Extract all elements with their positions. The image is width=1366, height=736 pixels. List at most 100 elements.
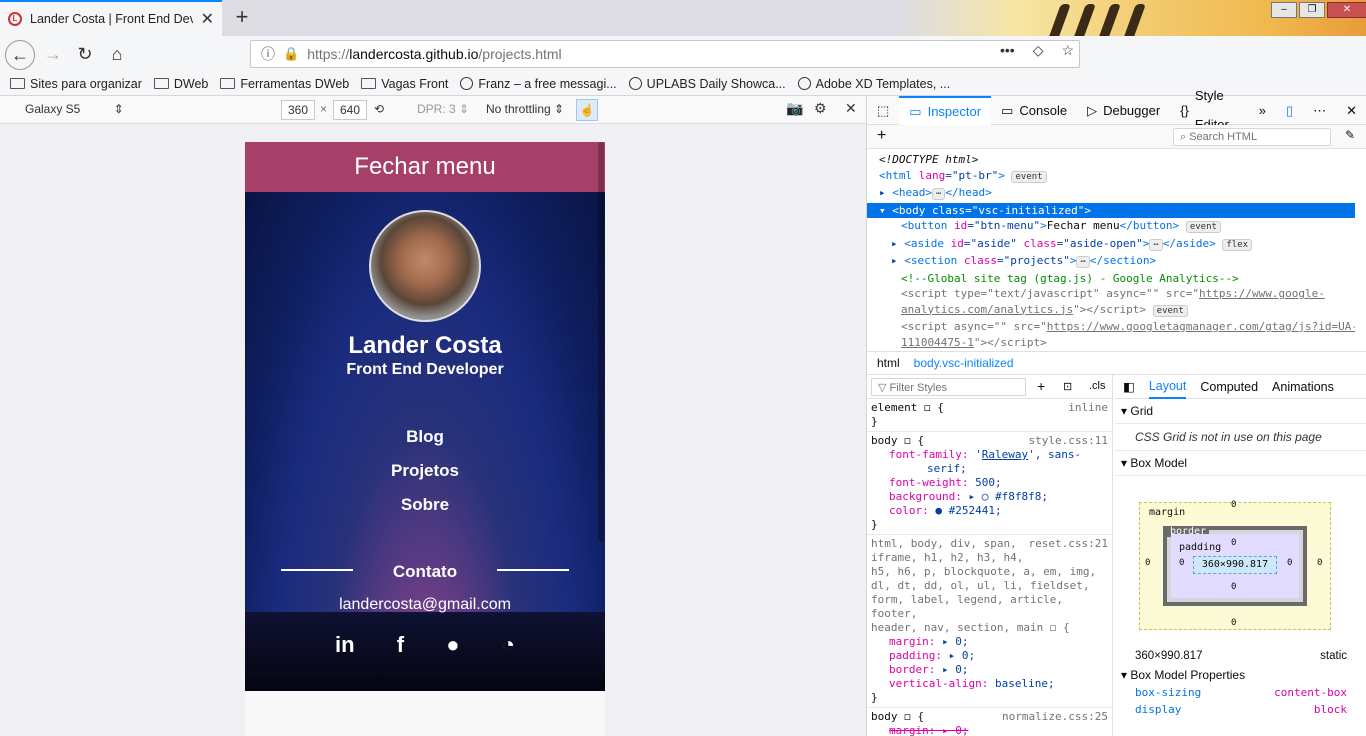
bookmark-star-icon[interactable]: ☆ — [1062, 42, 1075, 59]
margin-right-value[interactable]: 0 — [1317, 558, 1322, 568]
home-icon[interactable]: ⌂ — [102, 40, 132, 68]
content-box[interactable]: 360×990.817 — [1193, 556, 1277, 574]
url-bar[interactable]: ⓘ 🔒 https://landercosta.github.io/projec… — [250, 40, 1080, 68]
screenshot-icon[interactable]: 📷 — [786, 100, 803, 117]
tab-layout[interactable]: Layout — [1148, 375, 1187, 399]
section-node[interactable]: ▸ <section class="projects"> ⋯ </section> — [867, 253, 1355, 271]
html-search-input[interactable]: ⌕ Search HTML — [1173, 128, 1331, 146]
bookmark-item[interactable]: Sites para organizar — [10, 77, 142, 91]
bookmark-item[interactable]: UPLABS Daily Showca... — [628, 77, 786, 91]
window-close-icon[interactable]: ✕ — [1327, 2, 1366, 18]
touch-simulation-icon[interactable]: ☝ — [576, 99, 598, 121]
dpr-selector[interactable]: DPR: 3 ⇕ — [417, 102, 469, 116]
throttling-selector[interactable]: No throttling ⇕ — [486, 102, 564, 116]
linkedin-icon[interactable]: in — [335, 632, 355, 658]
bookmark-item[interactable]: Franz – a free messagi... — [460, 77, 617, 91]
add-node-icon[interactable]: + — [877, 127, 886, 145]
filter-styles-input[interactable]: ▽ Filter Styles — [871, 378, 1026, 396]
prop-name: box-sizing — [1135, 686, 1202, 699]
nav-link-sobre[interactable]: Sobre — [245, 495, 605, 515]
forward-arrow-icon[interactable]: → — [38, 40, 68, 68]
back-arrow-icon[interactable]: ← — [5, 40, 35, 70]
page-actions-icon[interactable]: ••• — [1000, 42, 1015, 59]
contact-email[interactable]: landercosta@gmail.com — [245, 596, 605, 614]
tab-style-editor[interactable]: {}Style Editor — [1170, 88, 1249, 132]
bookmark-item[interactable]: Ferramentas DWeb — [220, 77, 349, 91]
close-rdm-icon[interactable]: ✕ — [845, 100, 857, 117]
nav-link-blog[interactable]: Blog — [245, 427, 605, 447]
throttling-value: No throttling — [486, 102, 551, 116]
box-model-properties-section[interactable]: ▾ Box Model Properties — [1115, 662, 1366, 684]
more-tabs-icon[interactable]: » — [1249, 96, 1276, 125]
body-node[interactable]: ▾ <body class="vsc-initialized"> — [867, 202, 1355, 218]
eyedropper-icon[interactable]: ✎ — [1345, 128, 1355, 142]
rotate-icon[interactable]: ⟲ — [374, 102, 384, 116]
prop-value: block — [1313, 703, 1347, 716]
breadcrumb-html[interactable]: html — [877, 356, 900, 370]
comment-node[interactable]: <!--Global site tag (gtag.js) - Google A… — [867, 271, 1355, 287]
doctype-node[interactable]: <!DOCTYPE html> — [867, 149, 1355, 168]
toggle-pseudo-icon[interactable]: ⊡ — [1063, 380, 1072, 393]
margin-top-value[interactable]: 0 — [1231, 500, 1236, 510]
toggle-sidebar-icon[interactable]: ◧ — [1123, 379, 1135, 394]
bookmark-item[interactable]: Adobe XD Templates, ... — [797, 77, 950, 91]
box-model-section[interactable]: ▾ Box Model — [1115, 451, 1366, 476]
viewport-width-input[interactable]: 360 — [281, 100, 315, 120]
info-icon[interactable]: ⓘ — [261, 44, 275, 64]
bookmark-label: Sites para organizar — [30, 76, 142, 91]
contact-title: Contato — [392, 562, 458, 581]
padding-right-value[interactable]: 0 — [1287, 558, 1292, 568]
bookmark-item[interactable]: Vagas Front — [361, 77, 448, 91]
facebook-icon[interactable]: f — [397, 632, 404, 658]
bookmark-item[interactable]: DWeb — [153, 77, 208, 91]
head-node[interactable]: ▸ <head> ⋯ </head> — [867, 185, 1355, 203]
maximize-icon[interactable]: ❐ — [1299, 2, 1325, 18]
rules-pane: ▽ Filter Styles + ⊡ .cls inline element ◻… — [867, 375, 1113, 736]
tab-inspector[interactable]: ▭ Inspector — [899, 95, 992, 125]
breadcrumb-body[interactable]: body.vsc-initialized — [914, 356, 1014, 370]
add-rule-icon[interactable]: + — [1037, 378, 1045, 394]
menu-icon[interactable]: ⋯ — [1303, 96, 1336, 125]
new-tab-icon[interactable]: + — [230, 4, 254, 30]
tab-computed[interactable]: Computed — [1200, 380, 1258, 394]
margin-bottom-value[interactable]: 0 — [1231, 618, 1236, 628]
close-menu-button[interactable]: Fechar menu — [245, 142, 605, 192]
padding-left-value[interactable]: 0 — [1179, 558, 1184, 568]
dock-icon[interactable]: ▯ — [1276, 96, 1303, 125]
tab-animations[interactable]: Animations — [1272, 380, 1334, 394]
padding-bottom-value[interactable]: 0 — [1231, 582, 1236, 592]
responsive-design-toolbar: Galaxy S5 ⇕ 360 × 640 ⟲ DPR: 3 ⇕ No thro… — [0, 96, 866, 124]
rules-toolbar: ▽ Filter Styles + ⊡ .cls — [867, 375, 1112, 399]
device-selector[interactable]: Galaxy S5 ⇕ — [25, 102, 124, 116]
reload-icon[interactable]: ↻ — [70, 40, 100, 68]
lock-icon[interactable]: 🔒 — [283, 46, 299, 62]
settings-icon[interactable]: ⚙ — [814, 100, 827, 117]
button-node[interactable]: <button id="btn-menu">Fechar menu</butto… — [867, 218, 1355, 236]
script-node[interactable]: <script async="" src="https://www.google… — [867, 319, 1355, 335]
margin-left-value[interactable]: 0 — [1145, 558, 1150, 568]
scrollbar[interactable] — [598, 142, 604, 542]
html-node[interactable]: <html lang="pt-br"> event — [867, 168, 1355, 186]
pick-element-icon[interactable]: ⬚ — [867, 96, 899, 125]
globe-icon — [628, 77, 642, 90]
script-node[interactable]: <script type="text/javascript" async="" … — [867, 286, 1355, 302]
grid-section[interactable]: ▾ Grid — [1115, 399, 1366, 424]
close-devtools-icon[interactable]: ✕ — [1336, 96, 1366, 125]
close-tab-icon[interactable]: ✕ — [201, 9, 214, 29]
folder-icon — [220, 78, 236, 89]
debugger-icon: ▷ — [1087, 102, 1098, 118]
tab-console[interactable]: ▭ Console — [991, 96, 1077, 125]
browser-tab[interactable]: L Lander Costa | Front End Developer ✕ — [0, 0, 222, 36]
minimize-icon[interactable]: – — [1271, 2, 1297, 18]
device-name: Galaxy S5 — [25, 102, 81, 116]
rss-icon[interactable]: ◔ — [502, 632, 515, 658]
viewport-height-input[interactable]: 640 — [333, 100, 367, 120]
tab-debugger[interactable]: ▷ Debugger — [1077, 96, 1170, 125]
aside-node[interactable]: ▸ <aside id="aside" class="aside-open"> ⋯… — [867, 236, 1355, 254]
github-icon[interactable]: ● — [446, 632, 459, 658]
tab-strip: L Lander Costa | Front End Developer ✕ +… — [0, 0, 1366, 36]
nav-link-projetos[interactable]: Projetos — [245, 461, 605, 481]
cls-toggle[interactable]: .cls — [1089, 380, 1106, 392]
pocket-icon[interactable]: ◇ — [1033, 42, 1044, 59]
padding-top-value[interactable]: 0 — [1231, 538, 1236, 548]
